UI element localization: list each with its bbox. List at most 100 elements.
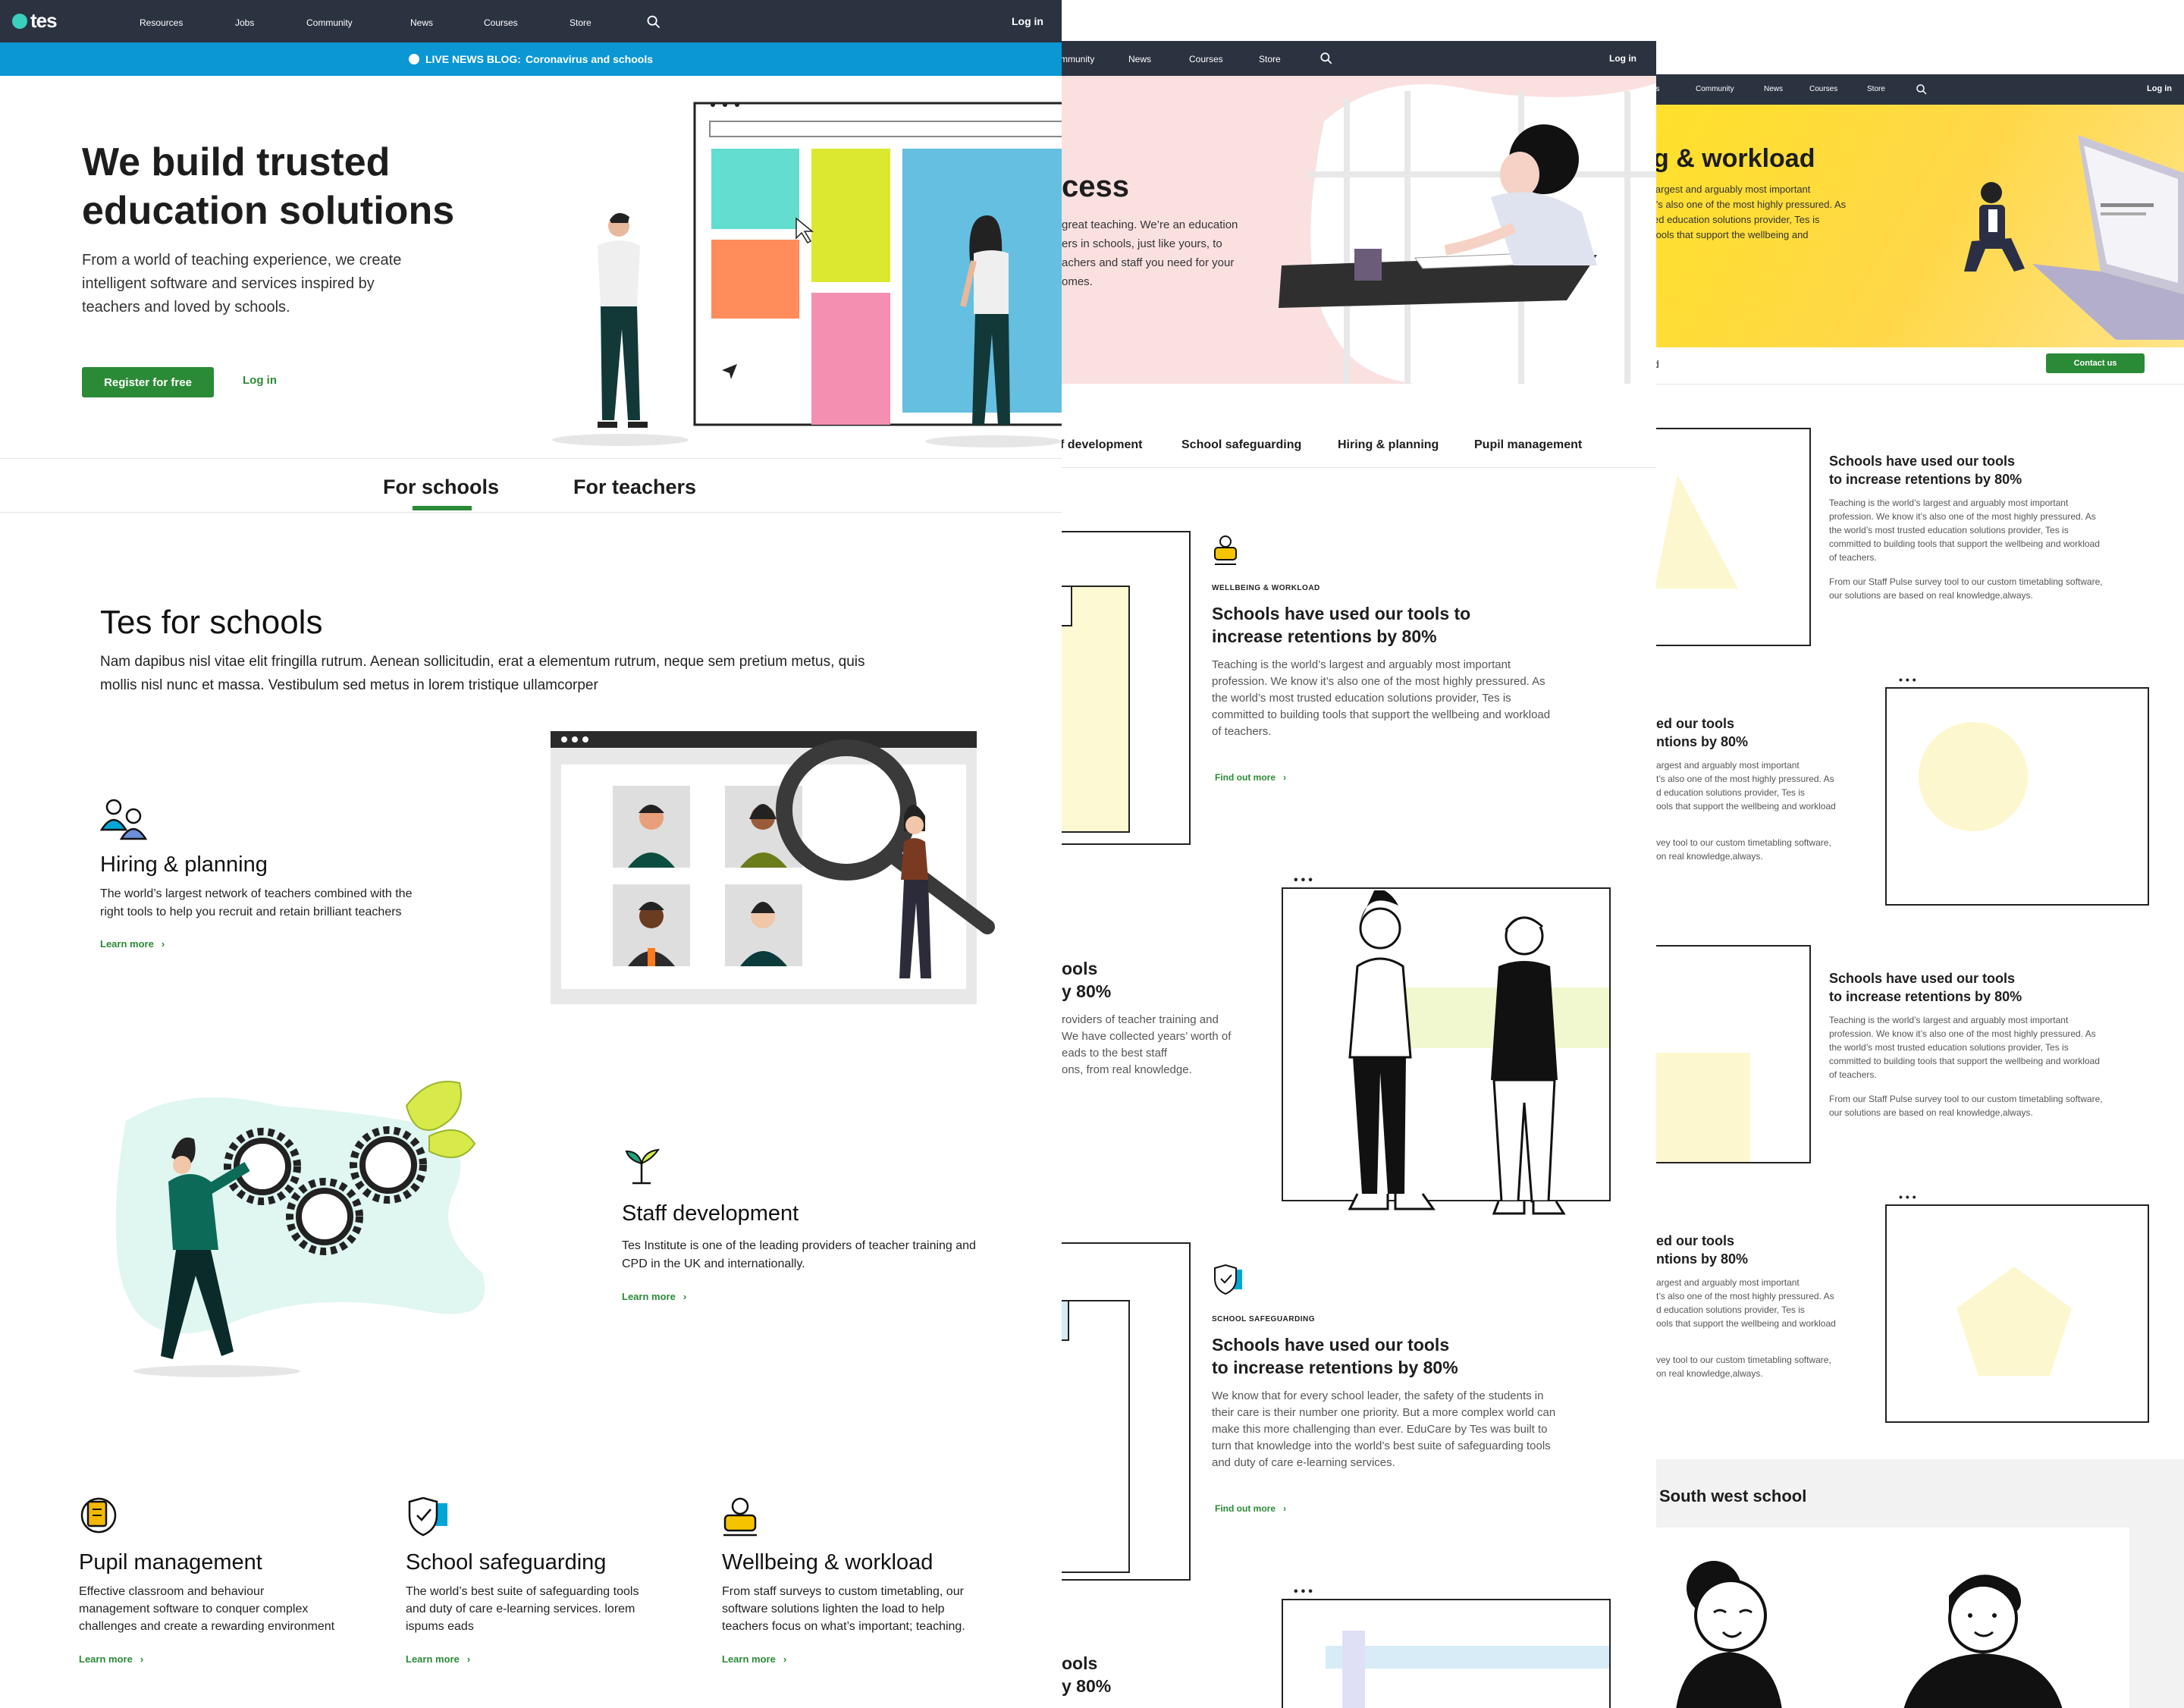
block1-find-out-more-link[interactable]: Find out more › — [1215, 772, 1286, 783]
circle-shape — [1919, 722, 2028, 831]
testimonial-card — [1653, 1527, 2129, 1708]
block3-title-2: to increase retentions by 80% — [1212, 1358, 1458, 1377]
block-c-line-2: profession. We know it’s also one of the… — [1829, 1028, 2096, 1039]
pupil-management-icon — [80, 1497, 117, 1534]
nav-item-store[interactable]: Store — [1259, 54, 1281, 64]
nav-item-courses[interactable]: Courses — [484, 17, 518, 28]
block-a-more-1: From our Staff Pulse survey tool to our … — [1829, 576, 2103, 587]
block-c-title-1: Schools have used our tools — [1829, 971, 2016, 986]
tab-hiring-planning[interactable]: Hiring & planning — [1338, 438, 1439, 452]
safeguarding-desc-2: and duty of care e-learning services. lo… — [406, 1603, 635, 1615]
block-c-more-1: From our Staff Pulse survey tool to our … — [1829, 1094, 2103, 1104]
tab-pupil-management[interactable]: Pupil management — [1474, 438, 1582, 452]
block-b-line-1: argest and arguably most important — [1656, 760, 1800, 771]
staff-link-label: Learn more — [622, 1291, 676, 1302]
pupil-title: Pupil management — [79, 1550, 262, 1575]
nav-item-resources[interactable]: Resources — [140, 17, 183, 28]
hero-desc-1: From a world of teaching experience, we … — [82, 252, 402, 268]
illustration-frame-triangle — [1653, 428, 1811, 646]
nav-item-news[interactable]: News — [410, 17, 433, 28]
block1-line-2: profession. We know it’s also one of the… — [1212, 675, 1545, 688]
block-c-line-4: committed to building tools that support… — [1829, 1056, 2100, 1066]
accent-stripe-vertical — [1342, 1631, 1365, 1708]
tab-school-safeguarding[interactable]: School safeguarding — [1181, 438, 1301, 452]
page-preview-wellbeing: bs Community News Courses Store Log in g… — [1653, 74, 2184, 1708]
block-a-line-5: of teachers. — [1829, 552, 1877, 563]
window-dots: ••• — [1294, 1585, 1316, 1598]
block2-title-2: y 80% — [1062, 981, 1112, 1001]
shield-icon — [1214, 1264, 1242, 1295]
block-b-title-2: ntions by 80% — [1656, 734, 1749, 749]
nav-item-news[interactable]: News — [1764, 85, 1783, 93]
nav-item-store[interactable]: Store — [570, 17, 592, 28]
pupil-learn-more-link[interactable]: Learn more › — [79, 1653, 143, 1665]
block-d-line-2: t’s also one of the most highly pressure… — [1656, 1291, 1834, 1301]
tab-for-teachers[interactable]: For teachers — [573, 476, 696, 499]
page-preview-staff-development: mmunity News Courses Store Log in cess g… — [1062, 41, 1656, 1708]
hero-title: g & workload — [1653, 144, 1815, 173]
nav-item-news[interactable]: News — [1128, 54, 1151, 64]
sub-bar: d Contact us — [1653, 347, 2184, 385]
nav-item-community[interactable]: Community — [306, 17, 353, 28]
search-icon[interactable] — [1916, 83, 1928, 96]
hero-login-link[interactable]: Log in — [243, 374, 277, 387]
pupil-desc-1: Effective classroom and behaviour — [79, 1585, 265, 1598]
sprout-icon — [625, 1148, 661, 1185]
block3-title-1: Schools have used our tools — [1212, 1335, 1450, 1355]
tab-for-schools[interactable]: For schools — [383, 476, 499, 499]
section-desc-2: mollis nisl nunc et massa. Vestibulum se… — [100, 677, 598, 693]
tes-logo[interactable]: tes — [12, 9, 58, 33]
search-icon[interactable] — [646, 14, 661, 30]
illustration-frame-pentagon — [1885, 1204, 2149, 1423]
block-b-title-1: ed our tools — [1656, 716, 1734, 731]
safeguarding-link-label: Learn more — [406, 1653, 460, 1665]
section-title: Tes for schools — [100, 604, 323, 641]
hero-desc-3: teachers and loved by schools. — [82, 299, 290, 316]
staff-learn-more-link[interactable]: Learn more › — [622, 1291, 686, 1302]
block-d-more-2: on real knowledge,always. — [1656, 1368, 1763, 1379]
block-a-line-3: the world’s most trusted education solut… — [1829, 525, 2069, 535]
nav-item-courses[interactable]: Courses — [1189, 54, 1223, 64]
wellbeing-learn-more-link[interactable]: Learn more › — [722, 1653, 786, 1665]
nav-item-courses[interactable]: Courses — [1809, 85, 1837, 93]
nav-item-community[interactable]: Community — [1696, 85, 1734, 93]
block3-line-1: We know that for every school leader, th… — [1212, 1389, 1544, 1402]
window-dots: ••• — [1899, 1191, 1919, 1203]
block3-find-out-more-link[interactable]: Find out more › — [1215, 1503, 1286, 1514]
block2-line-1: roviders of teacher training and — [1062, 1013, 1219, 1026]
block-c-more-2: our solutions are based on real knowledg… — [1829, 1107, 2033, 1118]
audience-tabs: For schools For teachers — [0, 458, 1062, 513]
testimonial-school-name: South west school — [1659, 1487, 1807, 1505]
wellbeing-desc-3: teachers focus on what’s important; teac… — [722, 1620, 965, 1633]
block-d-title-1: ed our tools — [1656, 1233, 1734, 1248]
hero-desc-2: intelligent software and services inspir… — [82, 275, 375, 292]
safeguarding-learn-more-link[interactable]: Learn more › — [406, 1653, 470, 1665]
nav-item-jobs[interactable]: Jobs — [235, 17, 254, 28]
illustration-frame-square — [1653, 945, 1811, 1163]
block-c-line-5: of teachers. — [1829, 1069, 1877, 1080]
chevron-right-icon: › — [161, 938, 165, 950]
wellbeing-title: Wellbeing & workload — [722, 1550, 934, 1575]
hiring-learn-more-link[interactable]: Learn more › — [100, 938, 165, 950]
tab-staff-development[interactable]: f development — [1062, 438, 1142, 452]
login-link[interactable]: Log in — [1012, 15, 1043, 27]
news-banner[interactable]: LIVE NEWS BLOG: Coronavirus and schools — [0, 42, 1062, 76]
search-icon[interactable] — [1320, 52, 1333, 65]
nav-item-store[interactable]: Store — [1867, 85, 1885, 93]
wellbeing-link-label: Learn more — [722, 1653, 776, 1665]
news-banner-text: Coronavirus and schools — [525, 53, 654, 65]
illustration-frame — [1282, 1599, 1611, 1708]
hero-desc-4: omes. — [1062, 275, 1093, 288]
block-a-line-2: profession. We know it’s also one of the… — [1829, 511, 2096, 522]
login-link[interactable]: Log in — [1609, 53, 1636, 64]
register-button[interactable]: Register for free — [82, 367, 214, 397]
staff-desc-2: CPD in the UK and internationally. — [622, 1257, 805, 1270]
top-nav: tes Resources Jobs Community News Course… — [0, 0, 1062, 42]
hero-title-1: We build trusted — [82, 140, 391, 184]
block1-kicker: WELLBEING & WORKLOAD — [1212, 584, 1320, 592]
hiring-link-label: Learn more — [100, 938, 154, 950]
wellbeing-desc-1: From staff surveys to custom timetabling… — [722, 1585, 964, 1598]
nav-item-community[interactable]: mmunity — [1062, 54, 1094, 64]
contact-us-button[interactable]: Contact us — [2046, 353, 2145, 373]
login-link[interactable]: Log in — [2147, 84, 2172, 93]
